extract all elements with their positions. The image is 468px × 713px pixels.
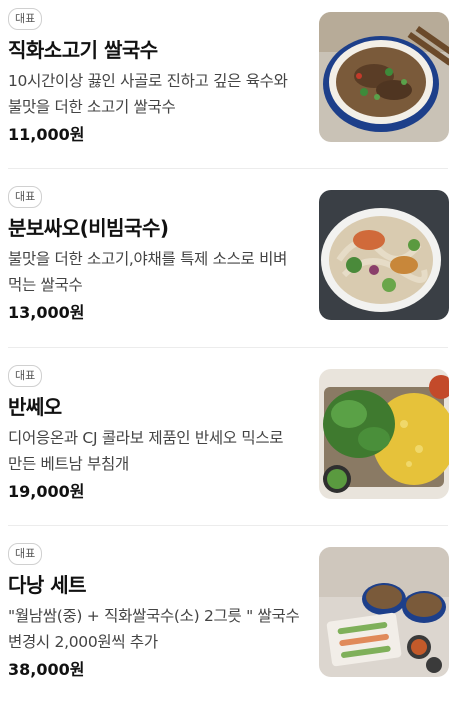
signature-badge: 대표 [8, 186, 43, 208]
menu-item-price: 11,000원 [8, 125, 85, 144]
danang-set-photo [319, 547, 449, 677]
signature-badge: 대표 [8, 543, 43, 565]
menu-item-photo[interactable] [319, 12, 449, 142]
menu-item-name: 반쎄오 [8, 395, 62, 419]
menu-list: 대표 직화소고기 쌀국수 10시간이상 끓인 사골로 진하고 깊은 육수와 불맛… [0, 0, 468, 689]
menu-item-photo[interactable] [319, 190, 449, 320]
menu-item-name: 다낭 세트 [8, 573, 87, 597]
menu-item-photo[interactable] [319, 547, 449, 677]
menu-item-description: 10시간이상 끓인 사골로 진하고 깊은 육수와 불맛을 더한 소고기 쌀국수 [8, 72, 288, 116]
menu-item-photo[interactable] [319, 369, 449, 499]
menu-item-name: 직화소고기 쌀국수 [8, 38, 158, 62]
menu-item-price: 13,000원 [8, 303, 85, 322]
menu-item-price: 19,000원 [8, 482, 85, 501]
beef-pho-photo [319, 12, 449, 142]
menu-item-description: 디어응온과 CJ 콜라보 제품인 반세오 믹스로 만든 베트남 부침개 [8, 429, 284, 473]
menu-item-description: "월남쌈(중) + 직화쌀국수(소) 2그릇 " 쌀국수변경시 2,000원씩 … [8, 607, 300, 651]
banh-xeo-photo [319, 369, 449, 499]
bun-bo-xao-photo [319, 190, 449, 320]
menu-item-danang-set[interactable]: 대표 다낭 세트 "월남쌈(중) + 직화쌀국수(소) 2그릇 " 쌀국수변경시… [0, 525, 468, 713]
menu-item-beef-pho[interactable]: 대표 직화소고기 쌀국수 10시간이상 끓인 사골로 진하고 깊은 육수와 불맛… [0, 0, 468, 178]
menu-item-price: 38,000원 [8, 660, 85, 679]
menu-item-name: 분보싸오(비빔국수) [8, 216, 169, 240]
signature-badge: 대표 [8, 365, 43, 387]
signature-badge: 대표 [8, 8, 43, 30]
menu-item-banh-xeo[interactable]: 대표 반쎄오 디어응온과 CJ 콜라보 제품인 반세오 믹스로 만든 베트남 부… [0, 347, 468, 535]
menu-item-bun-bo-xao[interactable]: 대표 분보싸오(비빔국수) 불맛을 더한 소고기,야채를 특제 소스로 비벼먹는… [0, 168, 468, 356]
menu-item-description: 불맛을 더한 소고기,야채를 특제 소스로 비벼먹는 쌀국수 [8, 250, 288, 294]
